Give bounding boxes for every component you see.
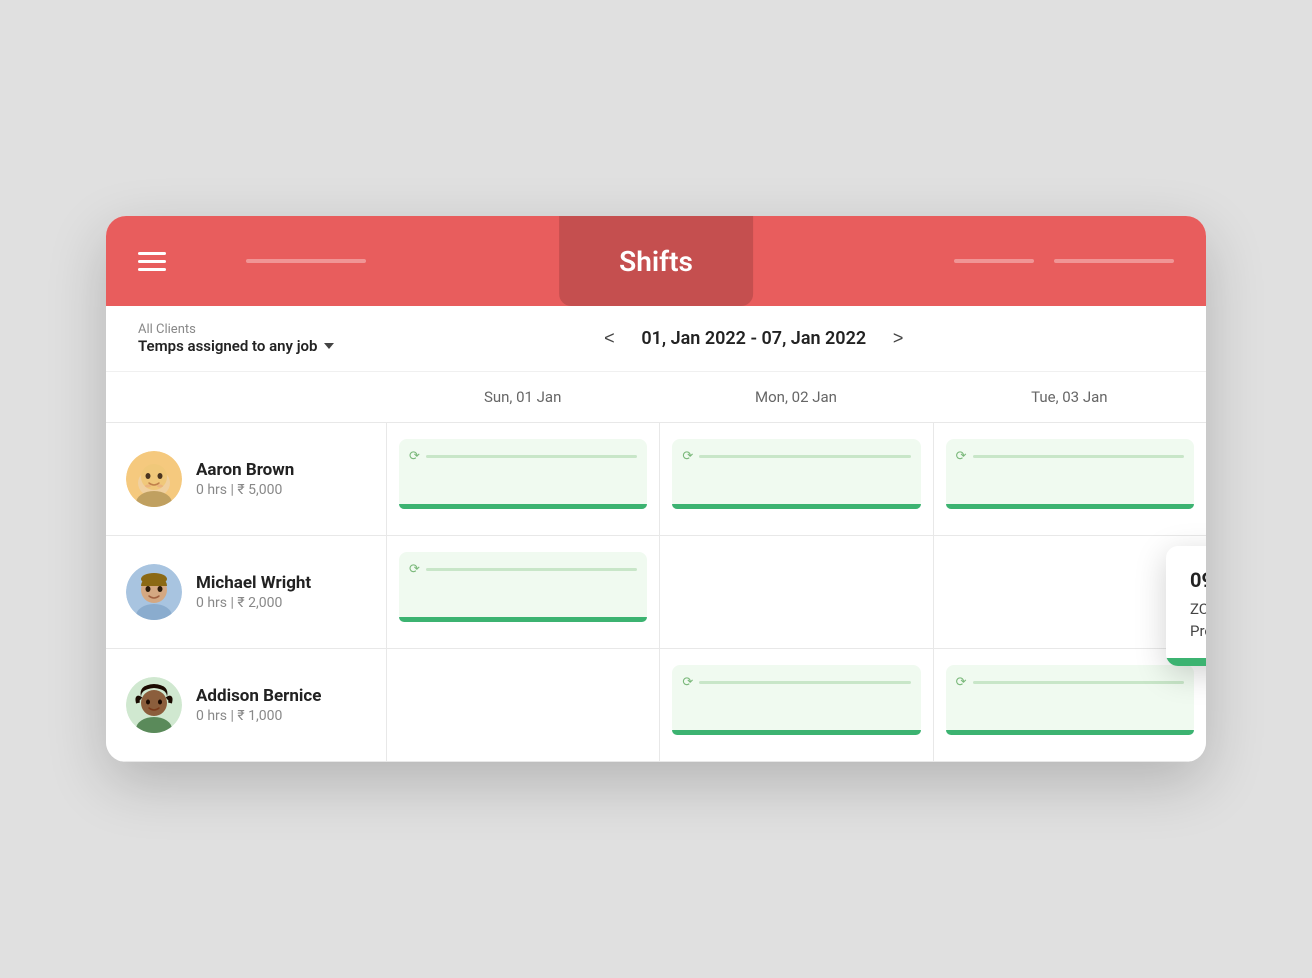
menu-icon[interactable] [138, 252, 166, 271]
shift-card-aaron-sun: ⟳ [399, 439, 647, 509]
michael-shift-mon[interactable] [659, 536, 932, 649]
shift-card-aaron-tue: ⟳ [946, 439, 1194, 509]
chevron-down-icon [324, 343, 334, 349]
avatar-michael [126, 564, 182, 620]
employee-meta-michael: 0 hrs | ₹ 2,000 [196, 595, 311, 611]
avatar-aaron [126, 451, 182, 507]
employee-info-addison: Addison Bernice 0 hrs | ₹ 1,000 [106, 649, 386, 762]
employee-name-aaron: Aaron Brown [196, 460, 294, 480]
header-title: Shifts [559, 216, 753, 306]
tooltip-role: Product Manager [1190, 622, 1206, 640]
header-empty-cell [106, 372, 386, 423]
shift-card-bar [672, 504, 920, 509]
filter-dropdown-label: Temps assigned to any job [138, 337, 318, 355]
header-decorations-right [954, 259, 1174, 263]
next-week-button[interactable]: > [882, 323, 914, 355]
shift-card-bar [399, 617, 647, 622]
tooltip-time: 09:00 AM - 6:00 PM [1190, 568, 1206, 592]
repeat-icon: ⟳ [409, 562, 420, 577]
header-decoration-left [246, 259, 366, 263]
aaron-shift-sun[interactable]: ⟳ [386, 423, 659, 536]
filter-bar: All Clients Temps assigned to any job < … [106, 306, 1206, 372]
employee-meta-aaron: 0 hrs | ₹ 5,000 [196, 482, 294, 498]
shift-line [699, 455, 910, 458]
day-header-sun: Sun, 01 Jan [386, 372, 659, 423]
repeat-icon: ⟳ [956, 449, 967, 464]
header-line-1 [954, 259, 1034, 263]
michael-shift-tue[interactable]: 09:00 AM - 6:00 PM ZC3168 Product Manage… [933, 536, 1206, 649]
filter-dropdown[interactable]: Temps assigned to any job [138, 337, 334, 355]
shift-line [973, 455, 1184, 458]
shift-tooltip: 09:00 AM - 6:00 PM ZC3168 Product Manage… [1166, 546, 1206, 666]
day-header-tue: Tue, 03 Jan [933, 372, 1206, 423]
avatar-addison [126, 677, 182, 733]
aaron-shift-tue[interactable]: ⟳ [933, 423, 1206, 536]
repeat-icon: ⟳ [956, 675, 967, 690]
filter-left: All Clients Temps assigned to any job [138, 322, 334, 355]
day-header-mon: Mon, 02 Jan [659, 372, 932, 423]
addison-shift-tue[interactable]: ⟳ [933, 649, 1206, 762]
employee-details-aaron: Aaron Brown 0 hrs | ₹ 5,000 [196, 460, 294, 498]
employee-details-michael: Michael Wright 0 hrs | ₹ 2,000 [196, 573, 311, 611]
employee-meta-addison: 0 hrs | ₹ 1,000 [196, 708, 321, 724]
date-range: 01, Jan 2022 - 07, Jan 2022 [641, 328, 866, 349]
shift-card-bar [399, 504, 647, 509]
employee-details-addison: Addison Bernice 0 hrs | ₹ 1,000 [196, 686, 321, 724]
shift-card-bar [672, 730, 920, 735]
shift-card-michael-sun: ⟳ [399, 552, 647, 622]
repeat-icon: ⟳ [409, 449, 420, 464]
employee-info-aaron: Aaron Brown 0 hrs | ₹ 5,000 [106, 423, 386, 536]
shift-line [973, 681, 1184, 684]
shift-line [699, 681, 910, 684]
shift-card-bar [946, 504, 1194, 509]
shift-line [426, 568, 637, 571]
header: Shifts [106, 216, 1206, 306]
shift-line [426, 455, 637, 458]
tooltip-code: ZC3168 [1190, 600, 1206, 618]
employee-name-michael: Michael Wright [196, 573, 311, 593]
repeat-icon: ⟳ [682, 675, 693, 690]
employee-info-michael: Michael Wright 0 hrs | ₹ 2,000 [106, 536, 386, 649]
shift-card-addison-tue: ⟳ [946, 665, 1194, 735]
shift-card-bar [946, 730, 1194, 735]
tooltip-bar [1166, 658, 1206, 666]
addison-shift-sun[interactable] [386, 649, 659, 762]
shift-card-aaron-mon: ⟳ [672, 439, 920, 509]
employee-name-addison: Addison Bernice [196, 686, 321, 706]
calendar-grid: Sun, 01 Jan Mon, 02 Jan Tue, 03 Jan [106, 372, 1206, 762]
date-nav: < 01, Jan 2022 - 07, Jan 2022 > [593, 323, 914, 355]
aaron-shift-mon[interactable]: ⟳ [659, 423, 932, 536]
repeat-icon: ⟳ [682, 449, 693, 464]
app-container: Shifts All Clients Temps assigned to any… [106, 216, 1206, 762]
michael-shift-sun[interactable]: ⟳ [386, 536, 659, 649]
header-line-2 [1054, 259, 1174, 263]
prev-week-button[interactable]: < [593, 323, 625, 355]
addison-shift-mon[interactable]: ⟳ [659, 649, 932, 762]
all-clients-label: All Clients [138, 322, 334, 337]
shift-card-addison-mon: ⟳ [672, 665, 920, 735]
